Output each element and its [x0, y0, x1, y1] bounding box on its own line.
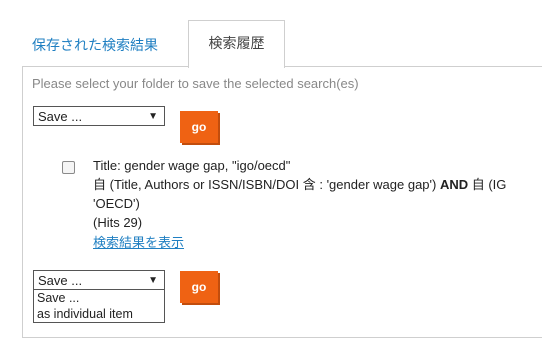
save-options-dropdown[interactable]: Save ... as individual item — [33, 290, 165, 323]
query-part-2: 自 (IG — [468, 177, 507, 192]
go-button-bottom[interactable]: go — [180, 271, 218, 303]
search-item-title: Title: gender wage gap, "igo/oecd" — [93, 158, 291, 173]
go-button[interactable]: go — [180, 111, 218, 143]
search-item-query-cont: 'OECD') — [93, 196, 140, 211]
bottom-select-value: Save ... — [38, 273, 83, 288]
chevron-down-icon: ▼ — [148, 111, 158, 122]
dropdown-option[interactable]: as individual item — [34, 306, 164, 322]
search-item-checkbox[interactable] — [62, 161, 75, 174]
tab-search-history[interactable]: 検索履歴 — [188, 20, 285, 68]
folder-select[interactable]: Save ... ▼ — [33, 106, 165, 126]
dropdown-option[interactable]: Save ... — [34, 290, 164, 306]
query-operator: AND — [439, 177, 469, 192]
query-part-1: 自 (Title, Authors or ISSN/ISBN/DOI 含 : '… — [93, 177, 440, 192]
tab-saved-searches[interactable]: 保存された検索結果 — [22, 22, 168, 68]
folder-select-value: Save ... — [38, 109, 83, 124]
folder-hint: Please select your folder to save the se… — [32, 76, 359, 91]
search-item-query: 自 (Title, Authors or ISSN/ISBN/DOI 含 : '… — [93, 176, 506, 193]
search-item-hits: (Hits 29) — [93, 215, 143, 230]
bottom-folder-select[interactable]: Save ... ▼ — [33, 270, 165, 290]
show-results-link[interactable]: 検索結果を表示 — [93, 232, 184, 251]
chevron-down-icon: ▼ — [148, 275, 158, 286]
